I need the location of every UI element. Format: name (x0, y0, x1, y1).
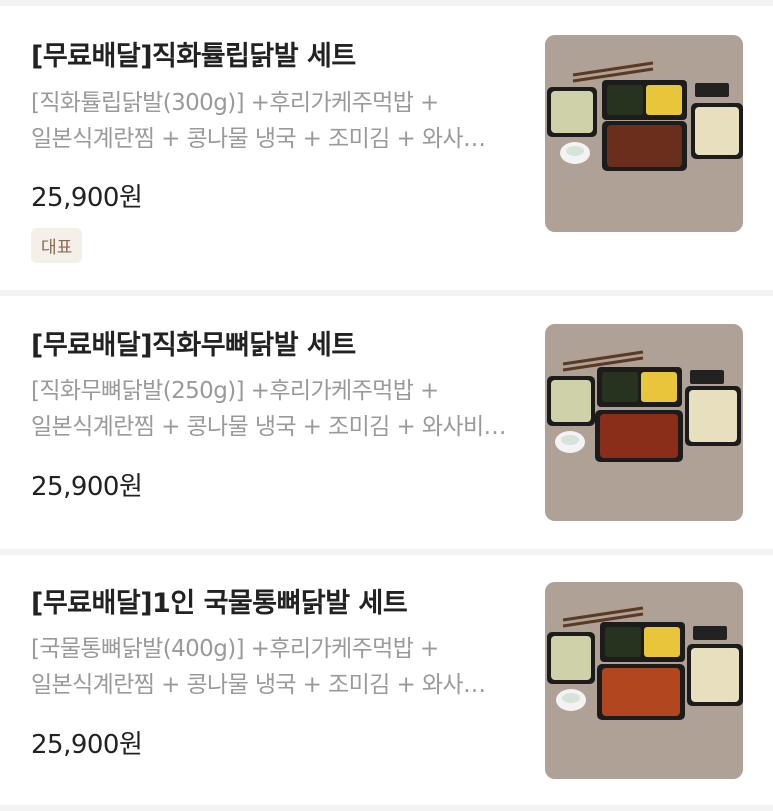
signature-badge: 대표 (31, 228, 83, 263)
menu-item-description: [국물통뼈닭발(400g)] +후리가케주먹밥 + 일본식계란찜 + 콩나물 냉… (31, 636, 486, 698)
menu-item-price: 25,900원 (31, 472, 143, 502)
menu-item-image[interactable] (545, 35, 743, 232)
menu-item-image[interactable] (545, 582, 743, 779)
menu-list: [무료배달]직화튤립닭발 세트 [직화튤립닭발(300g)] +후리가케주먹밥 … (0, 0, 773, 811)
menu-item-title: [무료배달]1인 국물통뼈닭발 세트 (31, 588, 408, 619)
menu-item-title: [무료배달]직화튤립닭발 세트 (31, 41, 356, 72)
bottom-divider (0, 805, 773, 811)
menu-item-title: [무료배달]직화무뼈닭발 세트 (31, 330, 356, 361)
menu-item-price: 25,900원 (31, 730, 143, 760)
menu-item[interactable]: [무료배달]1인 국물통뼈닭발 세트 [국물통뼈닭발(400g)] +후리가케주… (0, 555, 773, 811)
menu-item-image[interactable] (545, 324, 743, 521)
menu-item[interactable]: [무료배달]직화튤립닭발 세트 [직화튤립닭발(300g)] +후리가케주먹밥 … (0, 0, 773, 290)
menu-item-description: [직화튤립닭발(300g)] +후리가케주먹밥 + 일본식계란찜 + 콩나물 냉… (31, 90, 486, 152)
menu-item-description: [직화무뼈닭발(250g)] +후리가케주먹밥 + 일본식계란찜 + 콩나물 냉… (31, 378, 507, 440)
menu-item[interactable]: [무료배달]직화무뼈닭발 세트 [직화무뼈닭발(250g)] +후리가케주먹밥 … (0, 296, 773, 549)
menu-item-price: 25,900원 (31, 183, 143, 213)
